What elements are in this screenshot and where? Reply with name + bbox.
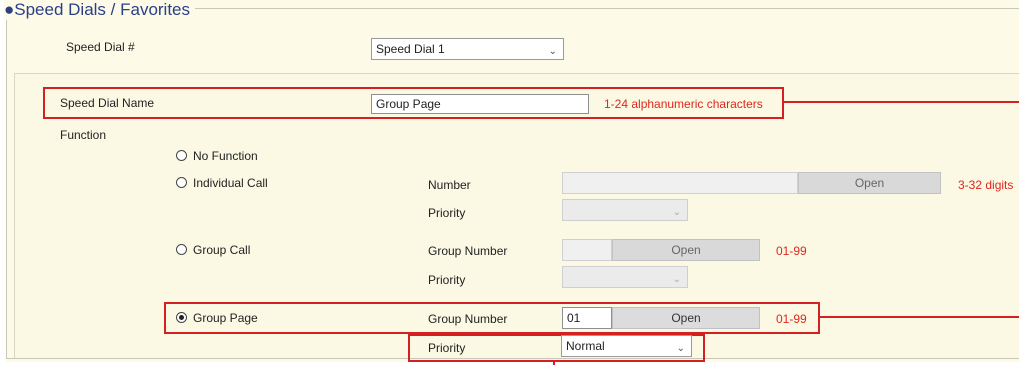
group-page-number-value: 01 bbox=[567, 311, 581, 325]
annotation-line-speed-dial-name bbox=[784, 101, 1019, 103]
chevron-down-icon: ⌄ bbox=[672, 207, 681, 218]
group-call-label: Group Call bbox=[193, 243, 251, 257]
group-page-priority-select[interactable]: Normal ⌄ bbox=[561, 335, 692, 357]
individual-call-number-input[interactable] bbox=[562, 172, 798, 194]
chevron-down-icon: ⌄ bbox=[676, 343, 685, 354]
group-page-range-hint: 01-99 bbox=[776, 312, 807, 326]
speed-dial-number-value: Speed Dial 1 bbox=[376, 42, 445, 56]
section-title: ●Speed Dials / Favorites bbox=[4, 0, 196, 20]
group-call-priority-select[interactable]: ⌄ bbox=[562, 266, 688, 288]
group-call-open-button[interactable]: Open bbox=[612, 239, 760, 261]
individual-call-label: Individual Call bbox=[193, 176, 268, 190]
group-call-priority-label: Priority bbox=[428, 273, 466, 287]
group-page-radio[interactable] bbox=[176, 312, 187, 323]
no-function-radio[interactable] bbox=[176, 150, 187, 161]
individual-call-number-hint: 3-32 digits bbox=[958, 178, 1014, 192]
chevron-down-icon: ⌄ bbox=[548, 46, 557, 57]
group-call-range-hint: 01-99 bbox=[776, 244, 807, 258]
speed-dial-number-label: Speed Dial # bbox=[66, 40, 135, 54]
group-call-number-input[interactable] bbox=[562, 239, 612, 261]
chevron-down-icon: ⌄ bbox=[672, 274, 681, 285]
group-page-number-input[interactable]: 01 bbox=[562, 307, 612, 329]
annotation-line-group-page bbox=[820, 316, 1019, 318]
group-page-priority-label: Priority bbox=[428, 341, 466, 355]
individual-call-open-button[interactable]: Open bbox=[798, 172, 941, 194]
speed-dial-name-hint: 1-24 alphanumeric characters bbox=[604, 97, 763, 111]
individual-call-priority-select[interactable]: ⌄ bbox=[562, 199, 688, 221]
group-call-radio[interactable] bbox=[176, 244, 187, 255]
speed-dial-name-label: Speed Dial Name bbox=[60, 96, 155, 110]
no-function-label: No Function bbox=[193, 149, 258, 163]
speed-dial-name-input[interactable]: Group Page bbox=[371, 94, 589, 114]
speed-dial-number-select[interactable]: Speed Dial 1 ⌄ bbox=[371, 38, 564, 60]
section-title-rule bbox=[225, 8, 1019, 9]
function-label: Function bbox=[60, 128, 107, 142]
individual-call-number-label: Number bbox=[428, 178, 471, 192]
individual-call-priority-label: Priority bbox=[428, 206, 466, 220]
group-page-number-label: Group Number bbox=[428, 312, 508, 326]
group-page-priority-value: Normal bbox=[566, 339, 605, 353]
group-call-number-label: Group Number bbox=[428, 244, 508, 258]
group-page-open-button[interactable]: Open bbox=[612, 307, 760, 329]
group-page-label: Group Page bbox=[193, 311, 258, 325]
individual-call-radio[interactable] bbox=[176, 177, 187, 188]
speed-dial-name-value: Group Page bbox=[376, 97, 441, 111]
